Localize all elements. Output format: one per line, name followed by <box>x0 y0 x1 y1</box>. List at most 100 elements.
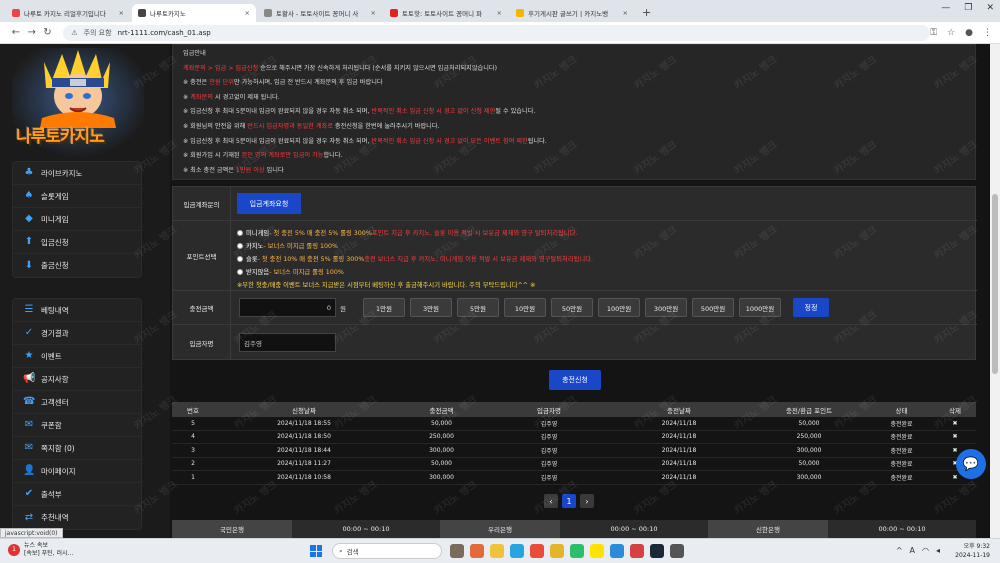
sidebar-item-withdraw[interactable]: ⬇ 출금신청 <box>13 254 141 277</box>
app-icon[interactable] <box>630 544 644 558</box>
page-1-button[interactable]: 1 <box>562 494 576 508</box>
chevron-up-icon[interactable]: ^ <box>896 546 903 555</box>
page-scrollbar[interactable] <box>990 44 1000 538</box>
amount-button[interactable]: 100만원 <box>598 298 640 317</box>
close-window-icon[interactable]: ✕ <box>986 3 994 13</box>
reload-icon[interactable]: ↻ <box>40 27 56 38</box>
amount-button[interactable]: 500만원 <box>692 298 734 317</box>
next-page-button[interactable]: › <box>580 494 594 508</box>
sidebar-item-minigame[interactable]: ◆ 미니게임 <box>13 208 141 231</box>
tab-title: 토황사 - 토토사이트 꽁머니 사 <box>276 10 359 18</box>
chat-support-button[interactable]: 💬 <box>956 449 986 479</box>
restore-icon[interactable]: ❐ <box>964 3 972 13</box>
point-option[interactable]: 슬롯 - 첫 충전 10% 매 충전 5% 롤링 300% 충전 보너스 지급 … <box>237 252 967 265</box>
result-icon: ✓ <box>24 327 34 338</box>
depositor-input[interactable]: 김주영 <box>239 333 336 352</box>
point-option[interactable]: 받지않음 - 보너스 미지급 롤링 100% <box>237 265 967 278</box>
tab-close-icon[interactable]: × <box>371 9 376 17</box>
browser-tab[interactable]: 토황사 - 토토사이트 꽁머니 사 × <box>258 4 382 22</box>
delete-icon[interactable]: ✖ <box>934 431 976 444</box>
kakaotalk-icon[interactable] <box>590 544 604 558</box>
bookmark-star-icon[interactable]: ☆ <box>947 28 955 38</box>
amount-button[interactable]: 50만원 <box>551 298 593 317</box>
menu-dots-icon[interactable]: ⋮ <box>983 28 992 38</box>
sidebar-item-list[interactable]: ☰ 베팅내역 <box>13 299 141 322</box>
tab-close-icon[interactable]: × <box>119 9 124 17</box>
sidebar-item-user[interactable]: 👤 마이페이지 <box>13 460 141 483</box>
windows-start-icon[interactable] <box>310 545 322 557</box>
table-cell: 2 <box>191 460 195 468</box>
radio-button[interactable] <box>237 229 243 236</box>
sidebar-item-deposit[interactable]: ⬆ 입금신청 <box>13 231 141 254</box>
warning-icon[interactable]: ⚠ <box>71 29 77 37</box>
system-tray: ^ A ◠ ◂ <box>896 546 940 555</box>
file-explorer-icon[interactable] <box>490 544 504 558</box>
sidebar-item-casino[interactable]: ♣ 라이브카지노 <box>13 162 141 185</box>
browser-tab[interactable]: 나루토카지노 × <box>132 4 256 22</box>
chrome-icon[interactable] <box>530 544 544 558</box>
amount-button[interactable]: 10만원 <box>504 298 546 317</box>
radio-button[interactable] <box>237 255 243 262</box>
sidebar-item-checkin[interactable]: ✔ 출석부 <box>13 483 141 506</box>
radio-button[interactable] <box>237 242 243 249</box>
amount-button[interactable]: 1만원 <box>363 298 405 317</box>
clock[interactable]: 오후 9:32 2024-11-19 <box>955 542 990 560</box>
tab-close-icon[interactable]: × <box>245 9 250 17</box>
folder-icon[interactable] <box>550 544 564 558</box>
sidebar-item-event[interactable]: ★ 이벤트 <box>13 345 141 368</box>
key-icon[interactable]: ⚿ <box>930 28 937 38</box>
telegram-icon[interactable] <box>610 544 624 558</box>
notice-line: ※ 회원가입 시 기재된 본인 명의 계좌로만 입금이 가능합니다. <box>183 149 965 164</box>
radio-button[interactable] <box>237 268 243 275</box>
volume-icon[interactable]: ◂ <box>936 546 940 555</box>
sidebar-item-megaphone[interactable]: 📢 공지사항 <box>13 368 141 391</box>
point-option[interactable]: 카지노 - 보너스 미지급 롤링 100% <box>237 239 967 252</box>
tab-close-icon[interactable]: × <box>497 9 502 17</box>
taskview-icon[interactable] <box>450 544 464 558</box>
account-request-button[interactable]: 입금계좌요청 <box>237 193 301 214</box>
table-cell: 충전완료 <box>890 461 913 469</box>
line-icon[interactable] <box>570 544 584 558</box>
sidebar-item-message[interactable]: ✉ 쪽지함 (0) <box>13 437 141 460</box>
new-tab-button[interactable]: + <box>636 6 657 22</box>
prev-page-button[interactable]: ‹ <box>544 494 558 508</box>
sidebar-item-result[interactable]: ✓ 경기결과 <box>13 322 141 345</box>
amount-button[interactable]: 3만원 <box>410 298 452 317</box>
steam-icon[interactable] <box>650 544 664 558</box>
sidebar-item-slot[interactable]: ♠ 슬롯게임 <box>13 185 141 208</box>
profile-icon[interactable]: ● <box>965 28 973 38</box>
delete-icon[interactable]: ✖ <box>934 417 976 430</box>
tab-close-icon[interactable]: × <box>623 9 628 17</box>
sidebar-item-coupon[interactable]: ✉ 쿠폰함 <box>13 414 141 437</box>
browser-tab[interactable]: 토토핫: 토토사이트 꽁머니 파 × <box>384 4 508 22</box>
edge-icon[interactable] <box>510 544 524 558</box>
amount-button[interactable]: 1000만원 <box>739 298 781 317</box>
sidebar-item-referral[interactable]: ⇄ 추천내역 <box>13 506 141 529</box>
ime-icon[interactable]: A <box>910 546 915 555</box>
browser-tab[interactable]: 후기게시판 글쓰기 | 카지노뱅 × <box>510 4 634 22</box>
table-cell: 김주영 <box>540 420 558 428</box>
user-icon: 👤 <box>23 465 36 476</box>
sidebar-item-support[interactable]: ☎ 고객센터 <box>13 391 141 414</box>
point-option[interactable]: 미니게임 - 첫 충전 5% 매 충전 5% 롤링 300% 포인트 지급 후 … <box>237 226 967 239</box>
minimize-icon[interactable]: — <box>941 3 950 13</box>
forward-icon[interactable]: → <box>24 27 40 38</box>
wifi-icon[interactable]: ◠ <box>922 546 929 555</box>
url-field[interactable]: ⚠ 주의 요함 nrt-1111.com/cash_01.asp <box>63 24 931 41</box>
amount-button[interactable]: 300만원 <box>645 298 687 317</box>
browser-tab[interactable]: 나루토 카지노 리얼후기입니다 × <box>6 4 130 22</box>
submit-deposit-button[interactable]: 충전신청 <box>549 370 601 390</box>
taskbar-search[interactable]: ⌕ 검색 <box>332 543 442 559</box>
back-icon[interactable]: ← <box>8 27 24 38</box>
scrollbar-thumb[interactable] <box>992 194 998 374</box>
amount-input[interactable]: 0 <box>239 298 336 317</box>
reset-amount-button[interactable]: 정정 <box>793 298 829 317</box>
depositor-row: 입금자명 김주영 <box>173 325 977 360</box>
copilot-icon[interactable] <box>470 544 484 558</box>
app2-icon[interactable] <box>670 544 684 558</box>
news-widget[interactable]: 1 뉴스 속보 [속보] 푸틴, 러시... <box>8 542 73 558</box>
option-warning: 포인트 지급 후 카지노, 슬롯 이용 적발 시 보유금 제재와 영구 탈퇴처리… <box>371 230 578 237</box>
amount-button[interactable]: 5만원 <box>457 298 499 317</box>
bank-name: 신한은행 <box>708 520 828 538</box>
sidebar-item-label: 입금신청 <box>41 237 69 247</box>
